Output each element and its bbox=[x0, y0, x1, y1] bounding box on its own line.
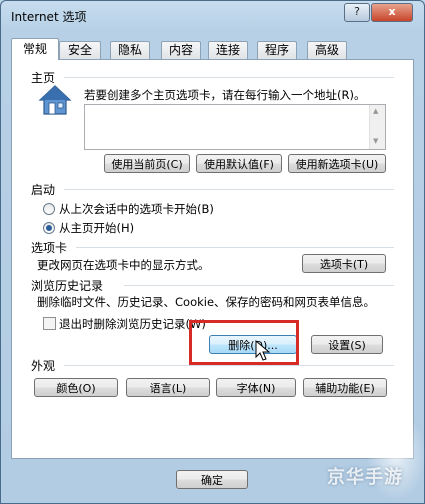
startup-last-session-radio[interactable] bbox=[43, 203, 55, 215]
general-tab-panel: 主页 若要创建多个主页选项卡，请在每行输入一个地址(R)。 ▲ ▼ 使用当前页(… bbox=[11, 59, 414, 459]
use-new-tab-button[interactable]: 使用新选项卡(U) bbox=[288, 154, 386, 173]
tab-privacy[interactable]: 隐私 bbox=[110, 41, 150, 59]
tab-content[interactable]: 内容 bbox=[161, 41, 201, 59]
startup-last-session-label: 从上次会话中的选项卡开始(B) bbox=[59, 202, 214, 216]
history-group-label: 浏览历史记录 bbox=[31, 279, 104, 293]
tab-security[interactable]: 安全 bbox=[59, 41, 101, 59]
startup-home-radio[interactable] bbox=[43, 222, 55, 234]
home-group-divider bbox=[64, 77, 394, 78]
close-button[interactable]: x bbox=[371, 3, 413, 22]
tabs-group-divider bbox=[76, 247, 394, 248]
window-title: Internet 选项 bbox=[11, 10, 87, 24]
tab-general[interactable]: 常规 bbox=[11, 38, 59, 60]
scroll-down-icon[interactable]: ▼ bbox=[373, 137, 378, 145]
internet-options-window: Internet 选项 ? x 常规 安全 隐私 内容 连接 程序 高级 主页 … bbox=[0, 0, 425, 504]
delete-on-exit-checkbox[interactable] bbox=[43, 317, 56, 330]
tab-programs[interactable]: 程序 bbox=[257, 41, 297, 59]
home-url-textarea[interactable]: ▲ ▼ bbox=[84, 104, 386, 150]
mouse-pointer-icon bbox=[255, 340, 271, 361]
accessibility-button[interactable]: 辅助功能(E) bbox=[303, 378, 387, 397]
textarea-scrollbar[interactable]: ▲ ▼ bbox=[369, 105, 385, 149]
title-bar[interactable]: Internet 选项 ? x bbox=[1, 1, 424, 31]
colors-button[interactable]: 颜色(O) bbox=[34, 378, 118, 397]
startup-group-divider bbox=[64, 189, 394, 190]
delete-button-highlight-box bbox=[189, 320, 299, 365]
house-icon bbox=[38, 85, 72, 115]
scroll-up-icon[interactable]: ▲ bbox=[373, 107, 378, 115]
help-button[interactable]: ? bbox=[344, 3, 370, 22]
home-instruction: 若要创建多个主页选项卡，请在每行输入一个地址(R)。 bbox=[84, 88, 366, 102]
startup-group-label: 启动 bbox=[31, 183, 56, 197]
languages-button[interactable]: 语言(L) bbox=[126, 378, 210, 397]
ok-button[interactable]: 确定 bbox=[176, 470, 248, 489]
tab-connections[interactable]: 连接 bbox=[208, 41, 248, 59]
history-description: 删除临时文件、历史记录、Cookie、保存的密码和网页表单信息。 bbox=[37, 295, 376, 309]
tabs-description: 更改网页在选项卡中的显示方式。 bbox=[37, 258, 210, 272]
tabs-settings-button[interactable]: 选项卡(T) bbox=[302, 254, 386, 273]
appearance-group-divider bbox=[64, 365, 394, 366]
startup-home-label: 从主页开始(H) bbox=[59, 221, 135, 235]
use-default-button[interactable]: 使用默认值(F) bbox=[196, 154, 282, 173]
history-group-divider bbox=[124, 285, 394, 286]
tab-advanced[interactable]: 高级 bbox=[307, 41, 347, 59]
watermark-text: 京华手游 bbox=[327, 467, 403, 488]
delete-on-exit-label: 退出时删除浏览历史记录(W) bbox=[59, 317, 206, 331]
history-settings-button[interactable]: 设置(S) bbox=[311, 335, 383, 354]
fonts-button[interactable]: 字体(N) bbox=[216, 378, 296, 397]
use-current-button[interactable]: 使用当前页(C) bbox=[104, 154, 190, 173]
appearance-group-label: 外观 bbox=[31, 359, 56, 373]
tabs-group-label: 选项卡 bbox=[31, 241, 68, 255]
